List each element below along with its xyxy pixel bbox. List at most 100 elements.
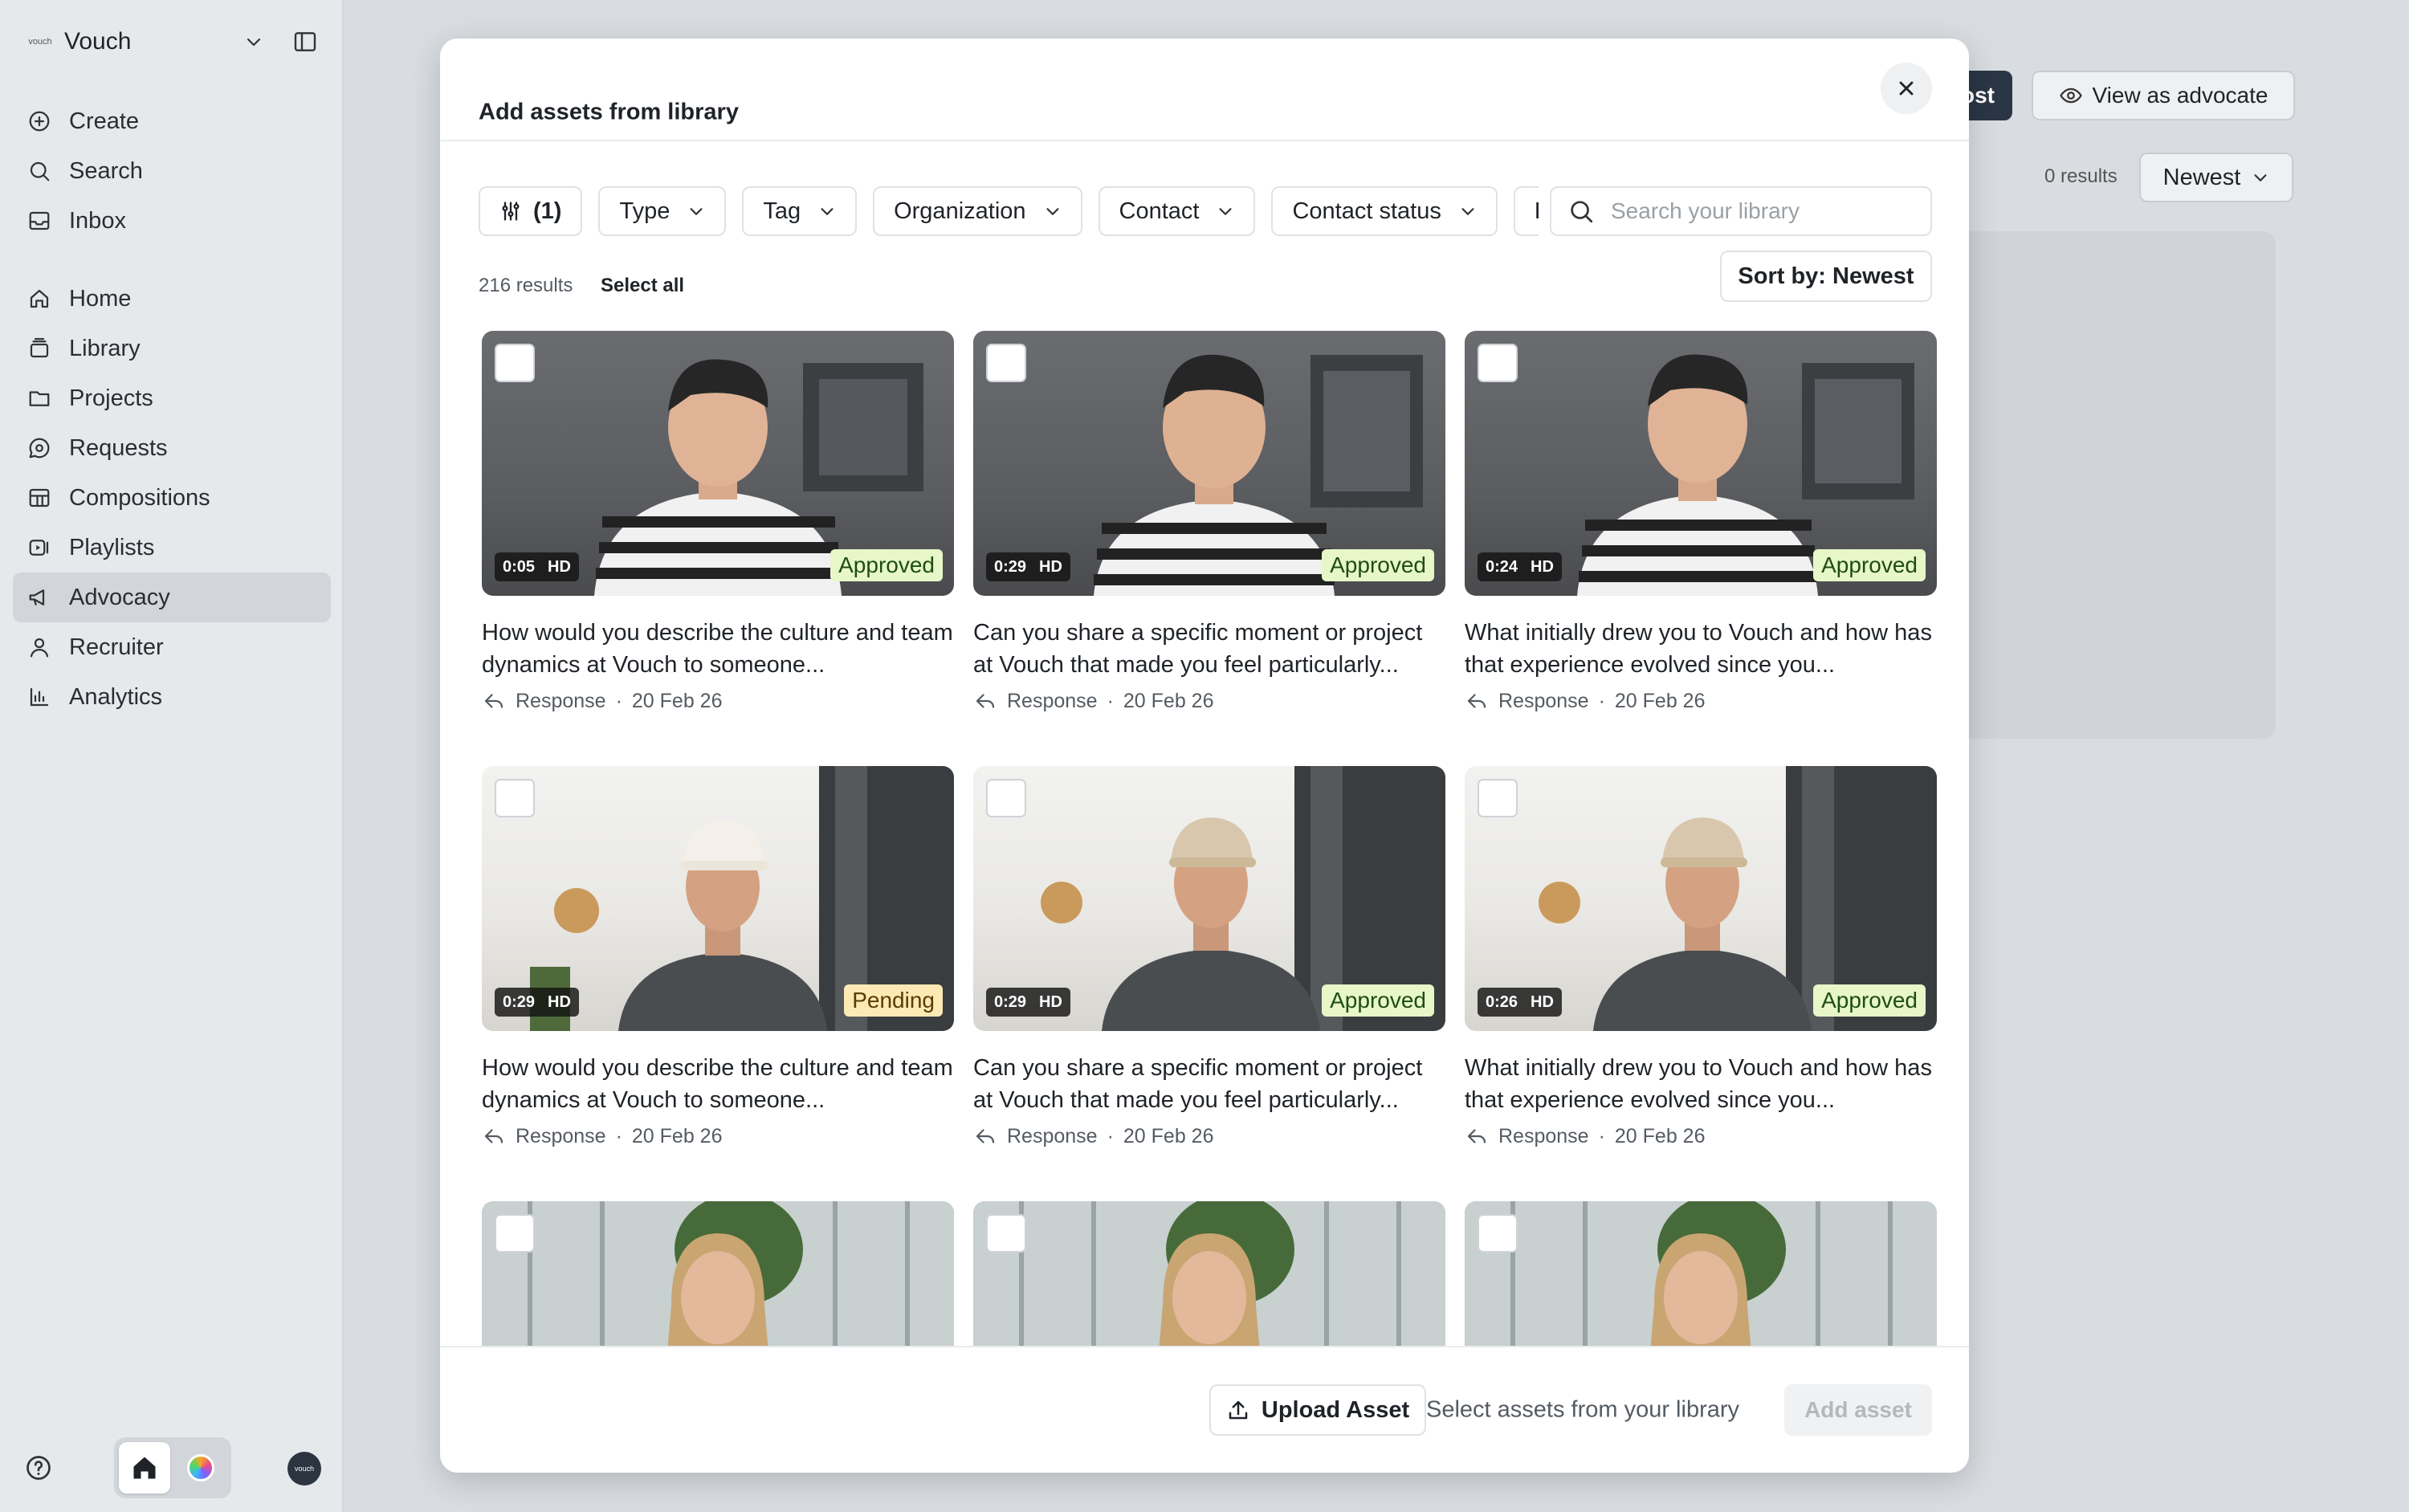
chevron-down-icon xyxy=(690,208,703,215)
sidebar-item-library[interactable]: Library xyxy=(13,324,331,373)
asset-meta: Response · 20 Feb 26 xyxy=(973,689,1445,713)
view-as-advocate-button: View as advocate xyxy=(2032,71,2295,120)
workspace-logo: vouch xyxy=(28,37,52,47)
home-mode-button[interactable] xyxy=(119,1442,170,1494)
sidebar-item-inbox[interactable]: Inbox xyxy=(13,196,331,246)
upload-asset-button[interactable]: Upload Asset xyxy=(1209,1384,1426,1436)
duration-badge: 0:29 HD xyxy=(986,552,1070,581)
video-thumbnail[interactable] xyxy=(482,1201,954,1346)
chevron-down-icon xyxy=(1046,208,1059,215)
compositions-icon xyxy=(26,484,53,511)
asset-title: Can you share a specific moment or proje… xyxy=(973,1055,1423,1113)
sidebar-item-analytics[interactable]: Analytics xyxy=(13,672,331,722)
filter-type[interactable]: Type xyxy=(598,186,727,236)
video-thumbnail[interactable]: 0:29 HD Approved xyxy=(973,766,1445,1031)
filter-contact[interactable]: Contact xyxy=(1098,186,1256,236)
filter-contact-status[interactable]: Contact status xyxy=(1271,186,1498,236)
add-asset-button[interactable]: Add asset xyxy=(1784,1384,1932,1436)
video-thumbnail[interactable]: 0:26 HD Approved xyxy=(1465,766,1937,1031)
video-thumbnail[interactable]: 0:24 HD Approved xyxy=(1465,331,1937,596)
library-search xyxy=(1550,186,1932,236)
asset-card[interactable]: 0:05 HD Approved How would you describe t… xyxy=(482,331,954,713)
sort-button[interactable]: Sort by: Newest xyxy=(1720,251,1932,302)
asset-kind: Response xyxy=(1498,1124,1589,1147)
select-checkbox[interactable] xyxy=(1478,344,1518,382)
header-divider xyxy=(440,140,1969,141)
modal-title: Add assets from library xyxy=(479,99,739,125)
select-checkbox[interactable] xyxy=(495,1214,535,1253)
person-icon xyxy=(26,634,53,661)
filter-label: Contact status xyxy=(1292,198,1441,224)
sidebar-item-requests[interactable]: Requests xyxy=(13,423,331,473)
sidebar: vouch Vouch Create Search Inbox Home Lib… xyxy=(0,0,344,1512)
video-thumbnail[interactable]: 0:29 HD Approved xyxy=(973,331,1445,596)
sidebar-footer: vouch xyxy=(22,1437,321,1498)
select-checkbox[interactable] xyxy=(986,779,1026,817)
video-thumbnail[interactable]: 0:29 HD Pending xyxy=(482,766,954,1031)
sidebar-item-search[interactable]: Search xyxy=(13,146,331,196)
meta-separator: · xyxy=(1107,689,1114,712)
select-checkbox[interactable] xyxy=(495,344,535,382)
asset-card[interactable]: 0:29 HD Approved Can you share a specific… xyxy=(973,766,1445,1148)
duration-badge: 0:05 HD xyxy=(495,552,579,581)
asset-card[interactable]: 0:29 HD Pending How would you describe th… xyxy=(482,766,954,1148)
filter-settings-button[interactable]: (1) xyxy=(479,186,583,236)
megaphone-icon xyxy=(26,584,53,611)
workspace-switcher[interactable]: vouch Vouch xyxy=(26,24,321,59)
sidebar-item-projects[interactable]: Projects xyxy=(13,373,331,423)
asset-date: 20 Feb 26 xyxy=(1614,689,1706,712)
close-button[interactable] xyxy=(1881,63,1932,114)
asset-card[interactable]: 0:29 HD Approved Can you share a specific… xyxy=(973,331,1445,713)
sidebar-item-advocacy[interactable]: Advocacy xyxy=(13,573,331,622)
filter-more[interactable]: L xyxy=(1513,186,1539,236)
reply-icon xyxy=(1467,1129,1486,1143)
search-input[interactable] xyxy=(1611,198,1916,224)
meta-separator: · xyxy=(615,689,622,712)
sidebar-item-create[interactable]: Create xyxy=(13,96,331,146)
select-all-link[interactable]: Select all xyxy=(601,275,684,297)
sidebar-item-home[interactable]: Home xyxy=(13,274,331,324)
filter-tag[interactable]: Tag xyxy=(742,186,858,236)
filter-organization[interactable]: Organization xyxy=(873,186,1082,236)
inbox-icon xyxy=(26,207,53,234)
video-thumbnail[interactable] xyxy=(1465,1201,1937,1346)
status-badge: Approved xyxy=(1322,984,1434,1017)
asset-card[interactable]: 0:26 HD Approved What initially drew you … xyxy=(1465,766,1937,1148)
asset-card[interactable] xyxy=(1465,1201,1937,1346)
duration-text: 0:26 xyxy=(1486,992,1518,1011)
background-results-count: 0 results xyxy=(2044,165,2118,187)
sidebar-item-label: Requests xyxy=(69,434,168,461)
duration-text: 0:05 xyxy=(503,557,536,576)
video-thumbnail[interactable]: 0:05 HD Approved xyxy=(482,331,954,596)
select-checkbox[interactable] xyxy=(495,779,535,817)
select-checkbox[interactable] xyxy=(1478,1214,1518,1253)
sidebar-item-label: Library xyxy=(69,335,141,361)
sidebar-toggle-icon[interactable] xyxy=(289,26,321,58)
asset-card[interactable] xyxy=(482,1201,954,1346)
sidebar-item-label: Inbox xyxy=(69,207,126,234)
studio-mode-button[interactable] xyxy=(175,1442,226,1494)
asset-kind: Response xyxy=(1498,689,1589,712)
background-empty-card xyxy=(1943,231,2276,739)
select-checkbox[interactable] xyxy=(986,1214,1026,1253)
video-thumbnail[interactable] xyxy=(973,1201,1445,1346)
sidebar-item-recruiter[interactable]: Recruiter xyxy=(13,622,331,672)
select-checkbox[interactable] xyxy=(986,344,1026,382)
asset-grid: 0:05 HD Approved How would you describe t… xyxy=(482,331,1937,1346)
playlist-icon xyxy=(26,534,53,561)
chevron-down-icon[interactable] xyxy=(238,26,270,58)
asset-card[interactable] xyxy=(973,1201,1445,1346)
help-icon[interactable] xyxy=(24,1453,53,1482)
reply-icon xyxy=(976,694,995,708)
sidebar-item-compositions[interactable]: Compositions xyxy=(13,473,331,523)
asset-title: How would you describe the culture and t… xyxy=(482,1055,953,1113)
sidebar-item-label: Recruiter xyxy=(69,634,164,660)
select-checkbox[interactable] xyxy=(1478,779,1518,817)
asset-card[interactable]: 0:24 HD Approved What initially drew you … xyxy=(1465,331,1937,713)
primary-nav: Create Search Inbox xyxy=(13,96,331,246)
sidebar-item-playlists[interactable]: Playlists xyxy=(13,523,331,573)
folder-icon xyxy=(26,385,53,412)
chart-icon xyxy=(26,683,53,711)
avatar[interactable]: vouch xyxy=(287,1452,321,1486)
results-count: 216 results xyxy=(479,275,573,296)
